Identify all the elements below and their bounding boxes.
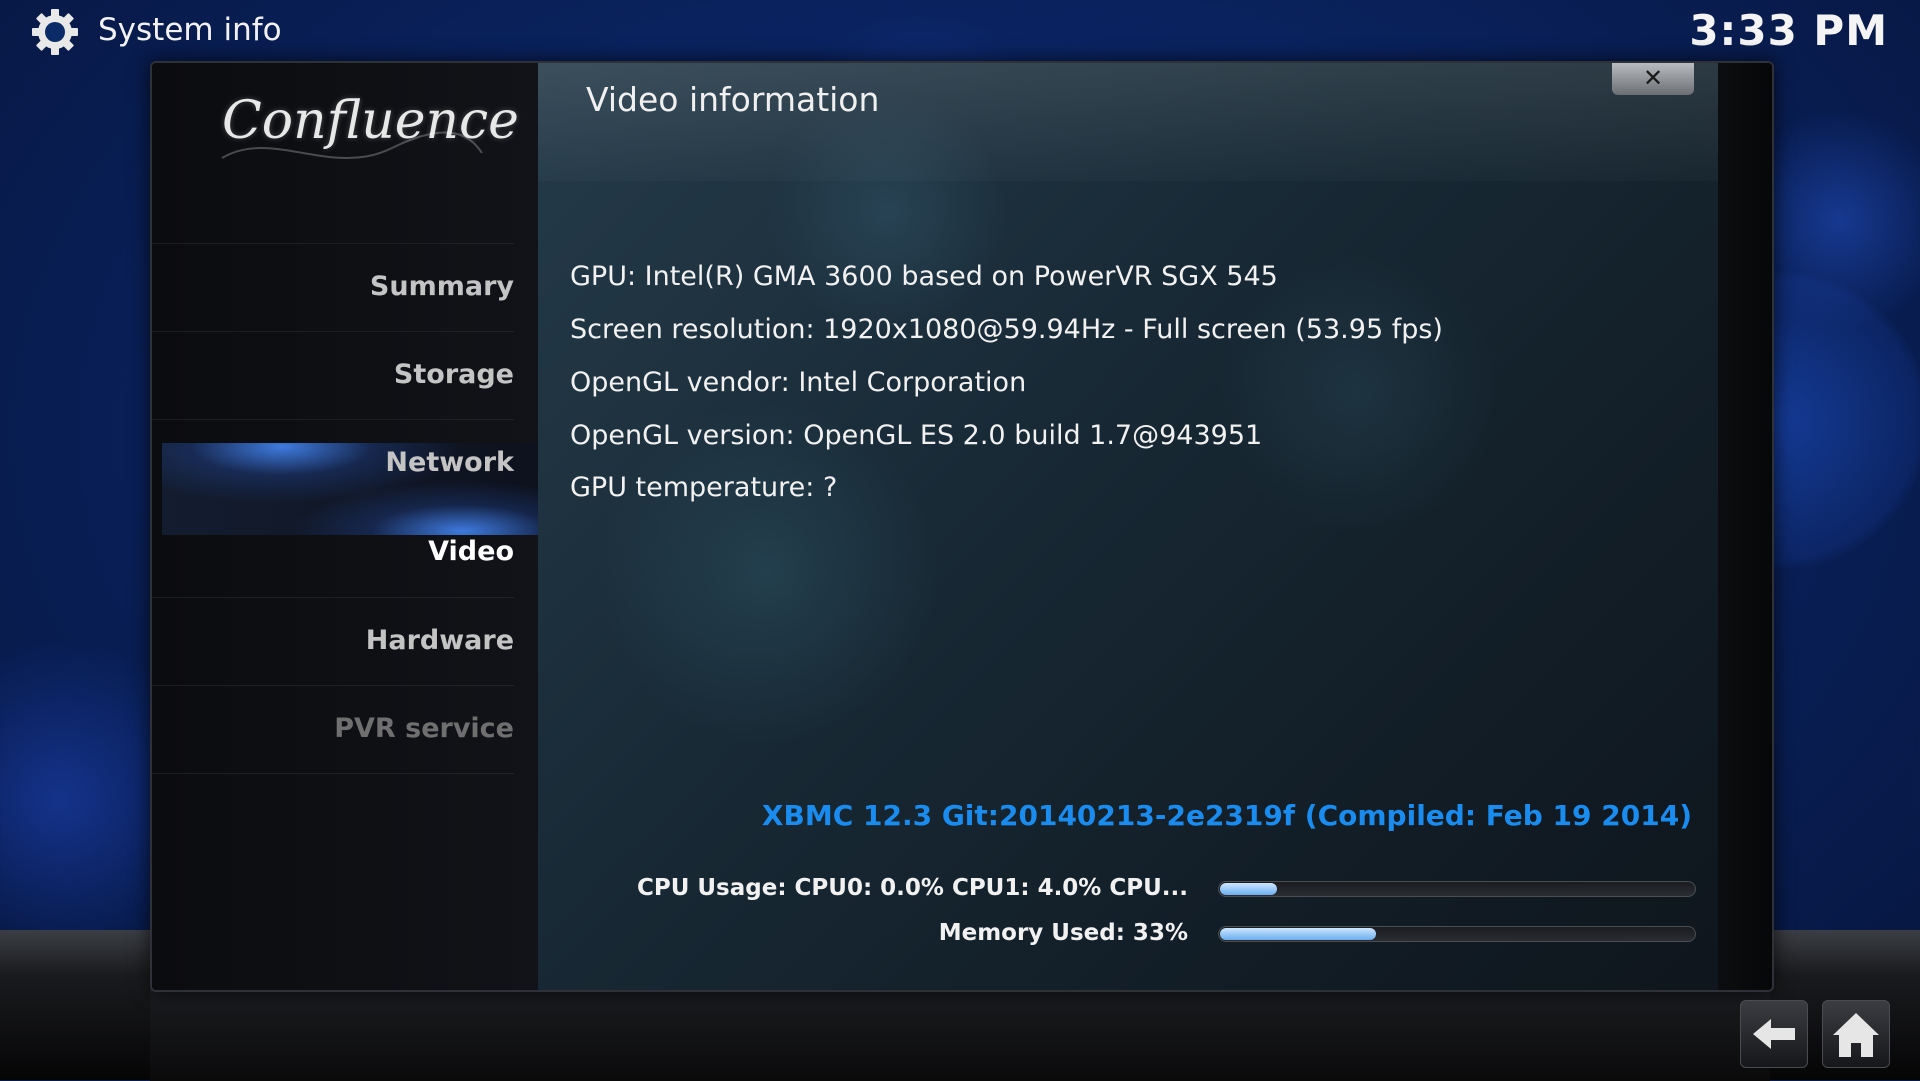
dialog-right-edge xyxy=(1718,63,1772,990)
cpu-usage-bar xyxy=(1218,881,1696,897)
memory-used-bar-fill xyxy=(1220,928,1376,940)
close-button[interactable]: ✕ xyxy=(1612,63,1694,95)
sidebar-item-summary[interactable]: Summary xyxy=(152,243,514,330)
clock: 3:33 PM xyxy=(1689,6,1888,55)
sidebar-item-video[interactable]: Video xyxy=(152,509,514,595)
home-button[interactable] xyxy=(1822,1000,1890,1068)
content-panel: Video information GPU: Intel(R) GMA 3600… xyxy=(538,63,1718,990)
memory-used-label: Memory Used: 33% xyxy=(938,920,1188,946)
cpu-usage-bar-fill xyxy=(1220,883,1277,895)
version-text: XBMC 12.3 Git:20140213-2e2319f (Compiled… xyxy=(761,799,1692,832)
window-title: System info xyxy=(98,12,282,48)
back-arrow-icon xyxy=(1753,1019,1795,1049)
logo-swirl-icon xyxy=(221,131,483,159)
info-opengl-version: OpenGL version: OpenGL ES 2.0 build 1.7@… xyxy=(570,420,1263,451)
sidebar: Confluence Summary Storage Network Video… xyxy=(152,63,562,990)
back-button[interactable] xyxy=(1740,1000,1808,1068)
sidebar-item-network[interactable]: Network xyxy=(152,419,514,506)
info-opengl-vendor: OpenGL vendor: Intel Corporation xyxy=(570,367,1027,398)
sidebar-item-hardware[interactable]: Hardware xyxy=(152,597,514,684)
system-info-dialog: Confluence Summary Storage Network Video… xyxy=(150,61,1774,992)
bottom-panel xyxy=(150,990,1770,1081)
gear-icon xyxy=(32,9,78,55)
sidebar-divider xyxy=(152,773,514,774)
sidebar-item-storage[interactable]: Storage xyxy=(152,331,514,418)
top-bar: System info 3:33 PM xyxy=(0,0,1920,62)
memory-used-bar xyxy=(1218,926,1696,942)
info-gpu: GPU: Intel(R) GMA 3600 based on PowerVR … xyxy=(570,261,1278,292)
sidebar-item-pvr-service[interactable]: PVR service xyxy=(152,685,514,772)
info-screen-resolution: Screen resolution: 1920x1080@59.94Hz - F… xyxy=(570,314,1443,345)
home-icon xyxy=(1833,1013,1879,1057)
dialog-title: Video information xyxy=(586,80,880,119)
content-header: Video information xyxy=(538,63,1718,181)
info-gpu-temperature: GPU temperature: ? xyxy=(570,472,838,503)
cpu-usage-label: CPU Usage: CPU0: 0.0% CPU1: 4.0% CPU... xyxy=(636,875,1188,901)
close-x-icon: ✕ xyxy=(1642,64,1664,92)
